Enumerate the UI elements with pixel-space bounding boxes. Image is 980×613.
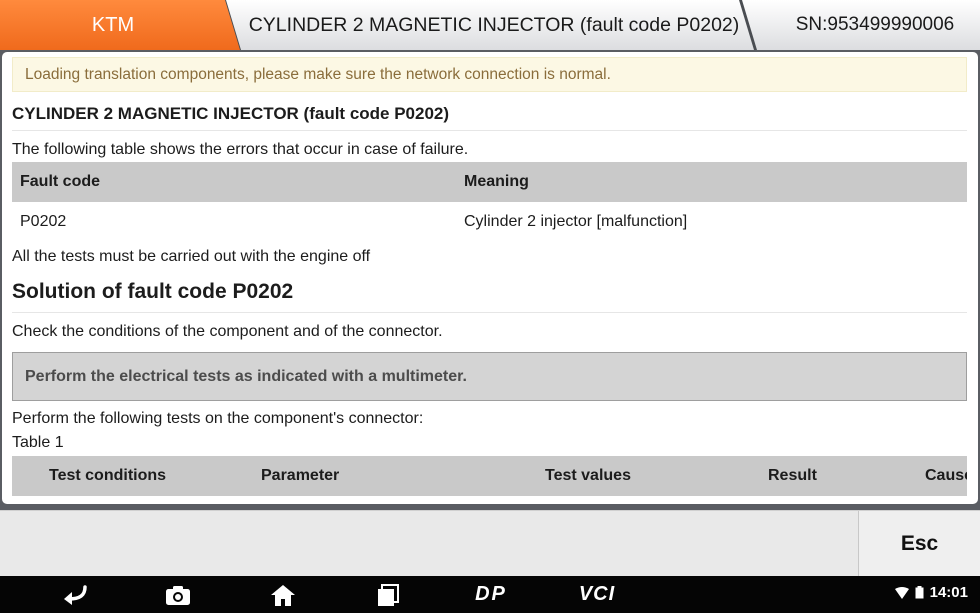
- solution-heading: Solution of fault code P0202: [12, 280, 294, 303]
- column-header-meaning: Meaning: [464, 173, 529, 190]
- wifi-icon: [894, 586, 909, 599]
- dp-button[interactable]: DP: [466, 582, 516, 607]
- intro-text: The following table shows the errors tha…: [12, 141, 469, 158]
- home-icon[interactable]: [268, 582, 298, 607]
- top-header: KTM CYLINDER 2 MAGNETIC INJECTOR (fault …: [0, 0, 980, 50]
- vci-button[interactable]: VCI: [570, 582, 624, 607]
- brand-tab[interactable]: KTM: [0, 0, 240, 50]
- title-tab: CYLINDER 2 MAGNETIC INJECTOR (fault code…: [226, 0, 754, 50]
- clock: 14:01: [929, 584, 968, 601]
- serial-label: SN:953499990006: [795, 14, 955, 35]
- connector-text: Perform the following tests on the compo…: [12, 410, 424, 427]
- fault-table: Fault code Meaning P0202 Cylinder 2 inje…: [12, 162, 967, 242]
- title-label: CYLINDER 2 MAGNETIC INJECTOR (fault code…: [248, 13, 740, 36]
- divider: [12, 312, 967, 313]
- column-header-test-conditions: Test conditions: [49, 467, 167, 484]
- engine-note: All the tests must be carried out with t…: [12, 248, 371, 265]
- divider: [12, 130, 967, 131]
- back-icon[interactable]: [60, 582, 92, 607]
- network-notice: Loading translation components, please m…: [12, 57, 967, 92]
- meaning-cell: Cylinder 2 injector [malfunction]: [464, 213, 688, 230]
- column-header-fault-code: Fault code: [20, 173, 101, 190]
- bottom-bar: Esc: [0, 510, 980, 577]
- recents-icon[interactable]: [374, 582, 402, 607]
- column-header-result: Result: [768, 467, 817, 484]
- column-header-cause: Cause: [925, 467, 967, 484]
- test-table-header: Test conditions Parameter Test values Re…: [12, 456, 967, 496]
- status-area: 14:01: [894, 584, 968, 601]
- content-panel[interactable]: Loading translation components, please m…: [2, 52, 978, 504]
- multimeter-callout: Perform the electrical tests as indicate…: [12, 352, 967, 401]
- battery-icon: [915, 586, 924, 599]
- table-label: Table 1: [12, 434, 64, 451]
- camera-icon[interactable]: [164, 582, 192, 607]
- fault-code-cell: P0202: [20, 213, 67, 230]
- check-text: Check the conditions of the component an…: [12, 323, 443, 340]
- page-heading: CYLINDER 2 MAGNETIC INJECTOR (fault code…: [12, 104, 450, 123]
- esc-button[interactable]: Esc: [858, 511, 980, 577]
- column-header-test-values: Test values: [545, 467, 631, 484]
- brand-label: KTM: [91, 13, 135, 36]
- column-header-parameter: Parameter: [261, 467, 340, 484]
- system-nav-bar: DP VCI 14:01: [0, 576, 980, 613]
- fault-table-header: Fault code Meaning: [12, 162, 967, 202]
- serial-tab: SN:953499990006: [742, 0, 980, 50]
- table-row: P0202 Cylinder 2 injector [malfunction]: [12, 202, 967, 242]
